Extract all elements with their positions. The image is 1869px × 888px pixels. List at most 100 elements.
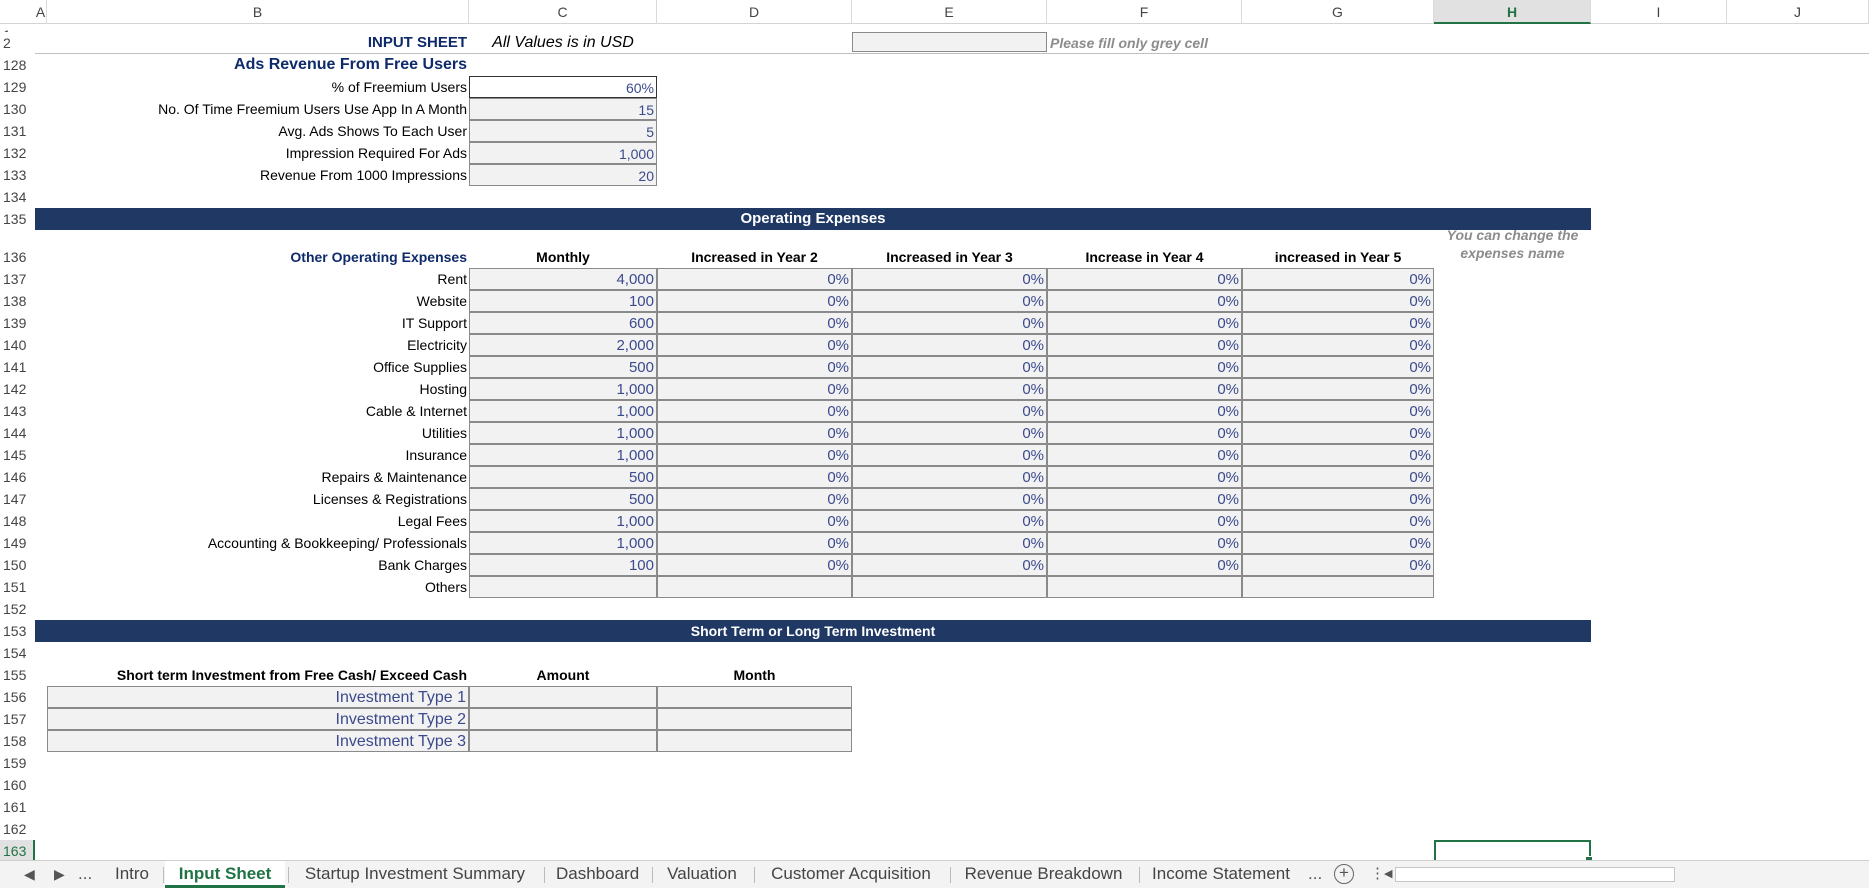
row-header-155[interactable]: 155	[0, 664, 35, 686]
row-header-163[interactable]: 163	[0, 840, 35, 860]
growth-rate-input[interactable]: 0%	[852, 312, 1047, 334]
column-header-j[interactable]: J	[1727, 0, 1869, 24]
row-header-134[interactable]: 134	[0, 186, 35, 208]
investment-type-label[interactable]: Investment Type 1	[47, 686, 469, 708]
investment-month-input[interactable]	[657, 708, 852, 730]
expense-name[interactable]: Insurance	[47, 444, 469, 466]
ads-value-input[interactable]: 15	[469, 98, 657, 120]
growth-rate-input[interactable]: 0%	[852, 488, 1047, 510]
monthly-expense-input[interactable]: 1,000	[469, 510, 657, 532]
tab-input-sheet[interactable]: Input Sheet	[165, 861, 285, 888]
investment-type-label[interactable]: Investment Type 2	[47, 708, 469, 730]
tab-income-statement[interactable]: Income Statement	[1141, 861, 1301, 888]
expense-name[interactable]: Rent	[47, 268, 469, 290]
row-header-157[interactable]: 157	[0, 708, 35, 730]
ads-value-input[interactable]: 5	[469, 120, 657, 142]
row-header-138[interactable]: 138	[0, 290, 35, 312]
growth-rate-input[interactable]: 0%	[657, 510, 852, 532]
growth-rate-input[interactable]: 0%	[1047, 378, 1242, 400]
row-header-158[interactable]: 158	[0, 730, 35, 752]
investment-month-input[interactable]	[657, 686, 852, 708]
ads-value-input[interactable]: 20	[469, 164, 657, 186]
row-header-131[interactable]: 131	[0, 120, 35, 142]
selected-cell[interactable]	[1434, 840, 1593, 860]
growth-rate-input[interactable]: 0%	[852, 290, 1047, 312]
row-header-144[interactable]: 144	[0, 422, 35, 444]
add-sheet-icon[interactable]: +	[1334, 864, 1354, 884]
row-header-153[interactable]: 153	[0, 620, 35, 642]
spreadsheet-grid[interactable]: ABCDEFGHIJ 12128129130131132133134135 136…	[0, 0, 1869, 860]
row-header-148[interactable]: 148	[0, 510, 35, 532]
growth-rate-input[interactable]: 0%	[1242, 312, 1434, 334]
row-header-136[interactable]: 136	[0, 246, 35, 268]
expense-name[interactable]: Hosting	[47, 378, 469, 400]
row-header-150[interactable]: 150	[0, 554, 35, 576]
monthly-expense-input[interactable]: 100	[469, 554, 657, 576]
expense-name[interactable]: Utilities	[47, 422, 469, 444]
column-header-i[interactable]: I	[1591, 0, 1727, 24]
growth-rate-input[interactable]: 0%	[1047, 268, 1242, 290]
expense-name[interactable]: Legal Fees	[47, 510, 469, 532]
column-header-b[interactable]: B	[47, 0, 469, 24]
expense-name[interactable]: Office Supplies	[47, 356, 469, 378]
row-header-142[interactable]: 142	[0, 378, 35, 400]
growth-rate-input[interactable]: 0%	[1047, 444, 1242, 466]
monthly-expense-input[interactable]: 2,000	[469, 334, 657, 356]
growth-rate-input[interactable]: 0%	[1242, 378, 1434, 400]
monthly-expense-input[interactable]: 1,000	[469, 532, 657, 554]
prev-sheet-arrow-icon[interactable]: ◀	[24, 861, 35, 888]
growth-rate-input[interactable]: 0%	[1047, 290, 1242, 312]
tab-dashboard[interactable]: Dashboard	[546, 861, 648, 888]
row-header-1[interactable]: 1	[0, 24, 35, 32]
growth-rate-input[interactable]: 0%	[657, 356, 852, 378]
growth-rate-input[interactable]: 0%	[657, 554, 852, 576]
row-header-143[interactable]: 143	[0, 400, 35, 422]
growth-rate-input[interactable]: 0%	[1242, 356, 1434, 378]
ads-value-input[interactable]: 60%	[469, 76, 657, 98]
growth-rate-input[interactable]: 0%	[1242, 466, 1434, 488]
growth-rate-input[interactable]: 0%	[657, 290, 852, 312]
growth-rate-input[interactable]: 0%	[657, 400, 852, 422]
growth-rate-input[interactable]	[1047, 576, 1242, 598]
ads-value-input[interactable]: 1,000	[469, 142, 657, 164]
column-header-c[interactable]: C	[469, 0, 657, 24]
expense-name[interactable]: IT Support	[47, 312, 469, 334]
row-header-149[interactable]: 149	[0, 532, 35, 554]
growth-rate-input[interactable]: 0%	[657, 466, 852, 488]
row-header-146[interactable]: 146	[0, 466, 35, 488]
expense-name[interactable]: Electricity	[47, 334, 469, 356]
more-tabs-left-icon[interactable]: ...	[78, 861, 92, 888]
growth-rate-input[interactable]: 0%	[852, 334, 1047, 356]
row-header-128[interactable]: 128	[0, 54, 35, 76]
row-header-132[interactable]: 132	[0, 142, 35, 164]
tab-startup-investment-summary[interactable]: Startup Investment Summary	[290, 861, 540, 888]
growth-rate-input[interactable]: 0%	[657, 488, 852, 510]
growth-rate-input[interactable]: 0%	[1242, 400, 1434, 422]
column-header-h[interactable]: H	[1434, 0, 1591, 24]
investment-amount-input[interactable]	[469, 730, 657, 752]
monthly-expense-input[interactable]: 500	[469, 466, 657, 488]
growth-rate-input[interactable]: 0%	[657, 444, 852, 466]
growth-rate-input[interactable]: 0%	[852, 356, 1047, 378]
tab-customer-acquisition[interactable]: Customer Acquisition	[756, 861, 946, 888]
growth-rate-input[interactable]: 0%	[657, 378, 852, 400]
growth-rate-input[interactable]: 0%	[1047, 532, 1242, 554]
monthly-expense-input[interactable]: 1,000	[469, 378, 657, 400]
monthly-expense-input[interactable]: 500	[469, 356, 657, 378]
growth-rate-input[interactable]: 0%	[1242, 422, 1434, 444]
row-header-133[interactable]: 133	[0, 164, 35, 186]
growth-rate-input[interactable]: 0%	[1047, 356, 1242, 378]
row-header-139[interactable]: 139	[0, 312, 35, 334]
tab-split-kebab-icon[interactable]: ⋮	[1370, 861, 1385, 888]
growth-rate-input[interactable]: 0%	[1242, 554, 1434, 576]
row-header-161[interactable]: 161	[0, 796, 35, 818]
row-header-152[interactable]: 152	[0, 598, 35, 620]
growth-rate-input[interactable]: 0%	[657, 334, 852, 356]
growth-rate-input[interactable]: 0%	[852, 400, 1047, 422]
row-header-135[interactable]: 135	[0, 208, 35, 230]
growth-rate-input[interactable]: 0%	[1242, 532, 1434, 554]
growth-rate-input[interactable]: 0%	[1242, 290, 1434, 312]
growth-rate-input[interactable]: 0%	[1242, 334, 1434, 356]
growth-rate-input[interactable]: 0%	[852, 532, 1047, 554]
monthly-expense-input[interactable]: 500	[469, 488, 657, 510]
